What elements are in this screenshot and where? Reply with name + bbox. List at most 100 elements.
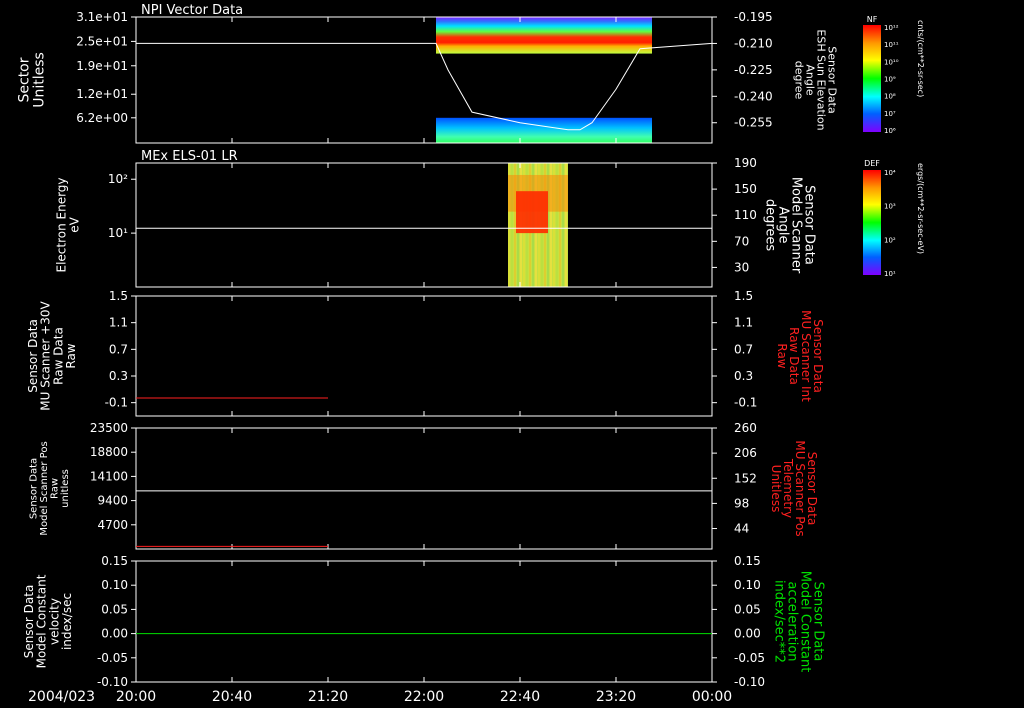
panel-3: 1.5 1.1 0.7 0.3 -0.1 1.5 1.1 0.7 0.3 -0.1 Sensor D… [26, 289, 825, 417]
tick-label-right: -0.255 [734, 116, 773, 130]
colorbar-tick-label: 10⁹ [884, 76, 896, 84]
panel-2: MEx ELS-01 LR 10² 10¹ 190 150 110 70 30 Electron… [55, 149, 817, 288]
axis-label-left: Electron EnergyeV [55, 177, 82, 272]
tick-label-right: 110 [734, 208, 757, 222]
axis-label-right: Sensor DataModel ScannerAngledegrees [763, 177, 817, 274]
tick-label-right: 0.7 [734, 342, 753, 356]
tick-label-left: 2.5e+01 [76, 34, 128, 48]
tick-label-right: 1.1 [734, 316, 753, 330]
colorbar-tick-label: 10¹⁰ [884, 58, 899, 66]
colorbar-tick-label: 10¹ [884, 270, 896, 278]
colorbar-tick-label: 10⁷ [884, 110, 896, 118]
axis-label-left: Sensor DataModel Scanner PosRawunitless [28, 441, 71, 535]
axis-label-left-line: Raw [64, 343, 78, 368]
tick-label-left: -0.05 [97, 651, 128, 665]
tick-label-left: 3.1e+01 [76, 10, 128, 24]
time-label: 22:00 [404, 689, 444, 705]
tick-label-left: 1.2e+01 [76, 87, 128, 101]
axis-label-right-line: Unitless [769, 465, 783, 513]
colorbar-def-bar [863, 170, 881, 275]
time-label: 20:00 [116, 689, 156, 705]
tick-label-left: 0.7 [109, 342, 128, 356]
time-label: 22:40 [500, 689, 540, 705]
axis-label-left-line: Model Scanner Pos [39, 441, 50, 535]
axis-label-left-line: Unitless [31, 52, 47, 108]
axis-label-left-line: Sector [17, 57, 33, 102]
panel-1: NPI Vector Data 3.1e+01 2.5e+01 1.9e+01 1.2e… [17, 3, 839, 144]
colorbar-def-ticks: 10⁴ 10³ 10² 10¹ [884, 169, 896, 278]
colorbar-tick-label: 10³ [884, 203, 896, 211]
tick-label-left: 6.2e+00 [76, 111, 128, 125]
tick-label-right: -0.225 [734, 63, 773, 77]
tick-label-right: 0.10 [734, 578, 761, 592]
tick-label-left: 14100 [90, 469, 128, 483]
heatmap-block [516, 191, 548, 234]
time-axis-labels: 20:00 20:40 21:20 22:00 22:40 23:20 00:00 [116, 689, 732, 705]
tick-label-left: 1.5 [109, 289, 128, 303]
axis-label-left-line: index/sec [60, 593, 74, 650]
axis-label-right-line: Raw [775, 343, 789, 368]
footer-date: 2004/023 [28, 689, 95, 705]
tick-label-right: 30 [734, 260, 749, 274]
tick-label-left: -0.10 [97, 675, 128, 689]
panel-title: MEx ELS-01 LR [141, 149, 238, 164]
tick-label-left: 4700 [97, 518, 128, 532]
axis-label-right: Sensor DataMU Scanner PosTelemetryUnitle… [769, 440, 819, 536]
tick-label-right: 260 [734, 421, 757, 435]
tick-label-right: 150 [734, 182, 757, 196]
panel-frame [135, 162, 713, 288]
axis-label-right-line: index/sec**2 [772, 580, 787, 663]
time-label: 00:00 [692, 689, 732, 705]
time-label: 21:20 [308, 689, 348, 705]
axis-label-right: Sensor DataModel Constantaccelerationind… [772, 571, 826, 673]
colorbar-tick-label: 10⁴ [884, 169, 896, 177]
colorbar-nf-ticks: 10¹² 10¹¹ 10¹⁰ 10⁹ 10⁸ 10⁷ 10⁶ [884, 24, 899, 135]
figure-canvas: NPI Vector Data 3.1e+01 2.5e+01 1.9e+01 1.2e… [17, 3, 925, 705]
panel-4: 23500 18800 14100 9400 4700 260 206 152 98 44 Sens… [28, 421, 819, 550]
colorbar-def-title: DEF [864, 159, 880, 168]
colorbar-def-units: ergs/(cm**2-sr-sec-eV) [916, 163, 925, 254]
panel-frame [135, 427, 713, 550]
panel-frame [135, 560, 713, 683]
tick-label-left: 9400 [97, 494, 128, 508]
panel-5: 0.15 0.10 0.05 0.00 -0.05 -0.10 0.15 0.10 0.05 0.… [22, 554, 825, 689]
tick-label-right: 0.00 [734, 627, 761, 641]
tick-label-left: 10² [108, 172, 128, 186]
axis-label-left-line: Sensor Data [28, 458, 39, 519]
colorbar-nf: NF cnts/(cm**2-sr-sec) 10¹² 10¹¹ 10¹⁰ 10⁹ 10… [863, 15, 925, 135]
axis-label-right: Sensor DataMU Scanner IntRaw DataRaw [775, 310, 825, 402]
tick-label-left: 23500 [90, 421, 128, 435]
tick-label-right: -0.05 [734, 651, 765, 665]
tick-label-right: 1.5 [734, 289, 753, 303]
tick-label-left: 0.3 [109, 369, 128, 383]
panel-title: NPI Vector Data [141, 3, 243, 18]
axis-label-right-line: degree [793, 61, 806, 100]
series-line [136, 42, 713, 131]
colorbar-tick-label: 10² [884, 236, 896, 244]
colorbar-def: DEF ergs/(cm**2-sr-sec-eV) 10⁴ 10³ 10² 10¹ [863, 159, 925, 278]
colorbar-tick-label: 10¹¹ [884, 41, 899, 49]
heatmap-block [436, 117, 652, 143]
tick-label-right: 206 [734, 446, 757, 460]
tick-label-right: 0.05 [734, 602, 761, 616]
tick-label-right: 0.3 [734, 369, 753, 383]
colorbar-nf-bar [863, 25, 881, 132]
tick-label-right: 152 [734, 471, 757, 485]
tick-label-right: 0.15 [734, 554, 761, 568]
colorbar-nf-title: NF [867, 15, 878, 24]
tick-label-left: 0.00 [101, 627, 128, 641]
tick-label-right: -0.195 [734, 10, 773, 24]
tick-label-right: -0.10 [734, 675, 765, 689]
tick-label-right: 190 [734, 156, 757, 170]
axis-label-left: Sensor DataModel Constantvelocityindex/s… [22, 574, 74, 668]
colorbar-tick-label: 10¹² [884, 24, 899, 32]
tick-label-left: 0.05 [101, 602, 128, 616]
tick-label-right: 98 [734, 496, 749, 510]
panel-layer: NPI Vector Data 3.1e+01 2.5e+01 1.9e+01 1.2e… [17, 3, 839, 689]
axis-label-left-line: Raw [49, 478, 60, 499]
colorbar-tick-label: 10⁶ [884, 127, 896, 135]
tick-label-left: 0.10 [101, 578, 128, 592]
colorbar-nf-units: cnts/(cm**2-sr-sec) [916, 20, 925, 97]
tick-label-left: 1.9e+01 [76, 59, 128, 73]
axis-label-left-line: eV [67, 216, 81, 232]
